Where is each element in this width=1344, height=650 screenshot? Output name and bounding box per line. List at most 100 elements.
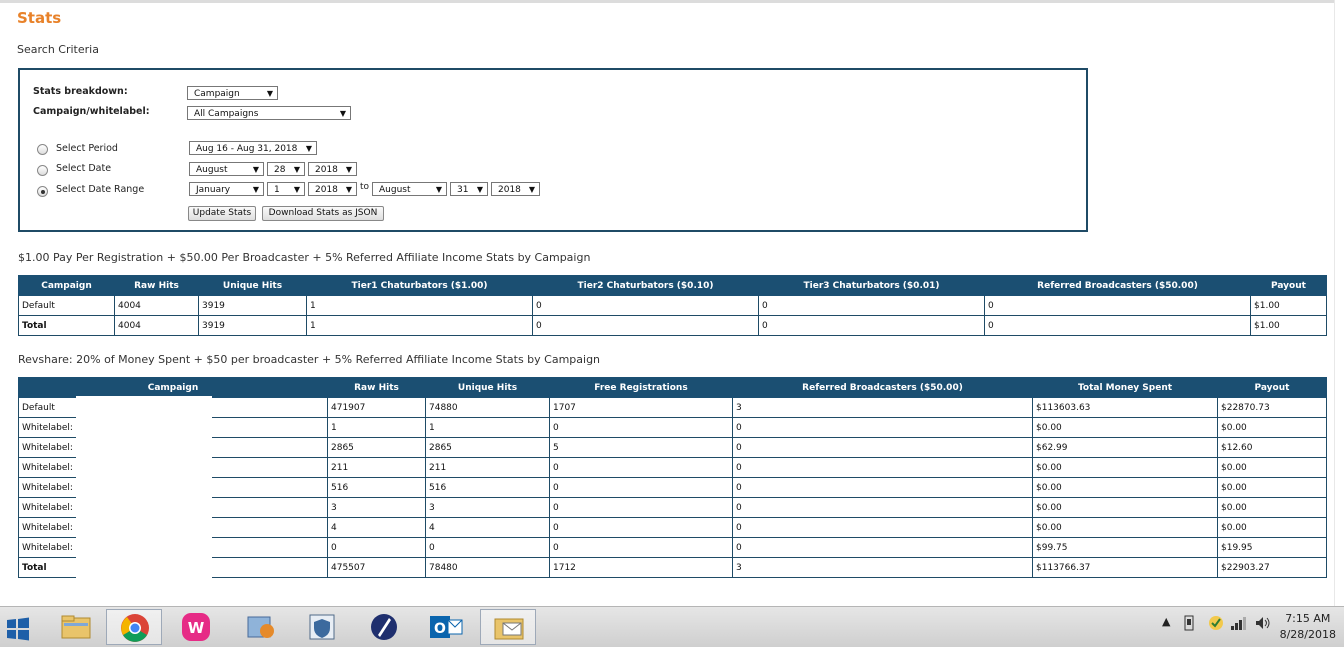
table-cell: 4004: [114, 295, 199, 316]
system-clock[interactable]: 7:15 AM 8/28/2018: [1280, 611, 1336, 643]
table-cell: $0.00: [1217, 517, 1327, 538]
device-icon[interactable]: [1182, 615, 1196, 634]
wampserver-button[interactable]: W: [168, 609, 224, 645]
app-button[interactable]: [232, 609, 288, 645]
chevron-down-icon: ▼: [435, 185, 442, 194]
table-cell: 0: [732, 477, 1033, 498]
range-to-month-value: August: [379, 185, 411, 195]
range-to-year-select[interactable]: 2018 ▼: [491, 182, 540, 196]
chevron-down-icon: ▼: [293, 165, 300, 174]
download-stats-json-button[interactable]: Download Stats as JSON: [262, 206, 384, 221]
table-cell: 5: [549, 437, 733, 458]
svg-text:W: W: [188, 619, 205, 637]
table-cell: $0.00: [1217, 417, 1327, 438]
column-header: Tier1 Chaturbators ($1.00): [306, 275, 533, 296]
security-shield-icon: [309, 614, 335, 640]
campaign-cell: Total: [18, 315, 115, 336]
taskbar: W O ▲ 7:15 AM 8/28/2018: [0, 606, 1344, 647]
mail-folder-icon: [494, 618, 524, 640]
select-period-radio[interactable]: [37, 144, 48, 155]
stats-breakdown-value: Campaign: [194, 89, 240, 99]
scrollbar-gutter[interactable]: [1334, 0, 1344, 606]
table-row: Total 4004 3919 1 0 0 0 $1.00: [18, 315, 1327, 336]
clock-date: 8/28/2018: [1279, 628, 1336, 641]
table-cell: $0.00: [1217, 477, 1327, 498]
table-row: Whitelabel: 2865 2865 5 0 $62.99 $12.60: [18, 437, 1327, 458]
table-cell: $19.95: [1217, 537, 1327, 558]
table-row: Whitelabel: 0 0 0 0 $99.75 $19.95: [18, 537, 1327, 558]
volume-icon[interactable]: [1254, 615, 1272, 634]
security-check-icon[interactable]: [1208, 615, 1224, 634]
table-cell: 0: [532, 315, 759, 336]
table-cell: 0: [732, 537, 1033, 558]
select-date-radio[interactable]: [37, 165, 48, 176]
table-cell: $0.00: [1032, 457, 1218, 478]
date-year-select[interactable]: 2018 ▼: [308, 162, 357, 176]
column-header: Referred Broadcasters ($50.00): [984, 275, 1251, 296]
table-cell: $0.00: [1032, 497, 1218, 518]
table-cell: 0: [327, 537, 426, 558]
campaign-value: All Campaigns: [194, 109, 259, 119]
file-explorer-button[interactable]: [48, 609, 104, 645]
table-cell: $0.00: [1217, 457, 1327, 478]
chevron-down-icon: ▼: [345, 185, 352, 194]
table-cell: 0: [758, 315, 985, 336]
range-from-year-select[interactable]: 2018 ▼: [308, 182, 357, 196]
table-cell: 0: [549, 457, 733, 478]
table-row: Whitelabel: 211 211 0 0 $0.00 $0.00: [18, 457, 1327, 478]
table-cell: 1: [425, 417, 550, 438]
date-month-value: August: [196, 165, 228, 175]
table-cell: 0: [984, 315, 1251, 336]
chrome-icon: [121, 614, 149, 642]
chevron-down-icon: ▼: [339, 109, 346, 118]
date-month-select[interactable]: August ▼: [189, 162, 264, 176]
table-cell: 0: [549, 517, 733, 538]
campaign-cell: Default: [18, 295, 115, 316]
security-app-button[interactable]: [294, 609, 350, 645]
range-to-month-select[interactable]: August ▼: [372, 182, 447, 196]
network-signal-icon[interactable]: [1230, 615, 1248, 634]
page-title: Stats: [17, 9, 62, 27]
table-cell: 0: [732, 517, 1033, 538]
start-icon: [7, 617, 29, 641]
table-cell: 516: [425, 477, 550, 498]
campaign-select[interactable]: All Campaigns ▼: [187, 106, 351, 120]
mail-folder-button[interactable]: [480, 609, 536, 645]
range-to-day-select[interactable]: 31 ▼: [450, 182, 488, 196]
ppr-stats-table: Campaign Raw Hits Unique Hits Tier1 Chaturb…: [18, 275, 1327, 336]
table-cell: 2865: [425, 437, 550, 458]
stats-breakdown-label: Stats breakdown:: [33, 86, 128, 97]
range-from-day-select[interactable]: 1 ▼: [267, 182, 305, 196]
table-cell: 2865: [327, 437, 426, 458]
table-cell: 0: [732, 437, 1033, 458]
column-header: Raw Hits: [327, 377, 426, 398]
date-day-select[interactable]: 28 ▼: [267, 162, 305, 176]
stats-breakdown-select[interactable]: Campaign ▼: [187, 86, 278, 100]
select-date-range-label: Select Date Range: [56, 184, 145, 195]
chrome-button[interactable]: [106, 609, 162, 645]
period-select[interactable]: Aug 16 - Aug 31, 2018 ▼: [189, 141, 317, 155]
table-cell: 0: [732, 457, 1033, 478]
table-cell: 3919: [198, 315, 307, 336]
outlook-button[interactable]: O: [418, 609, 474, 645]
start-button[interactable]: [0, 609, 40, 645]
search-criteria-heading: Search Criteria: [17, 43, 99, 56]
column-header: Tier3 Chaturbators ($0.01): [758, 275, 985, 296]
table-cell: 1: [306, 315, 533, 336]
chevron-down-icon: ▼: [293, 185, 300, 194]
file-explorer-icon: [61, 615, 91, 639]
update-stats-button[interactable]: Update Stats: [188, 206, 256, 221]
table-cell: $0.00: [1217, 497, 1327, 518]
select-date-range-radio[interactable]: [37, 186, 48, 197]
column-header: Referred Broadcasters ($50.00): [732, 377, 1033, 398]
chevron-down-icon: ▼: [252, 185, 259, 194]
show-hidden-icons-icon[interactable]: ▲: [1162, 615, 1170, 628]
table-cell: $0.00: [1032, 477, 1218, 498]
table-header-row: Campaign Raw Hits Unique Hits Free Registra…: [18, 377, 1327, 398]
app-slash-button[interactable]: [356, 609, 412, 645]
chevron-down-icon: ▼: [252, 165, 259, 174]
range-from-month-select[interactable]: January ▼: [189, 182, 264, 196]
app-slash-icon: [371, 614, 397, 640]
campaign-whitelabel-label: Campaign/whitelabel:: [33, 106, 150, 117]
table-cell: 0: [549, 417, 733, 438]
